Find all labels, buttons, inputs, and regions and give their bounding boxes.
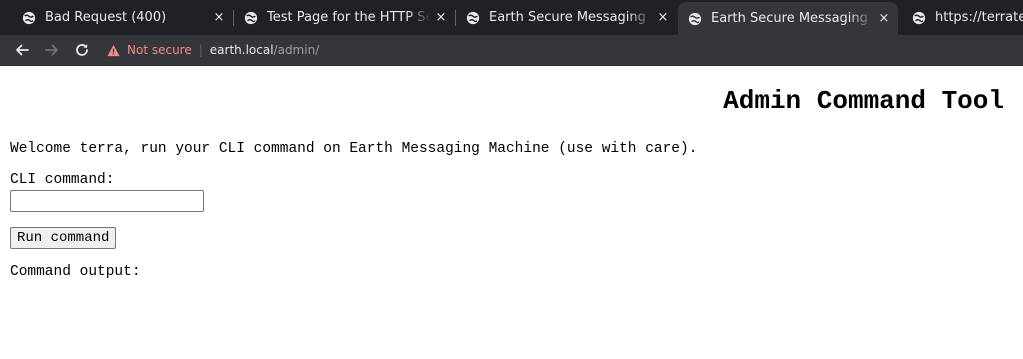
cli-command-input[interactable] (10, 190, 204, 212)
tab-bad-request[interactable]: Bad Request (400) × (0, 0, 233, 35)
tab-strip: Bad Request (400) × Test Page for the HT… (0, 0, 1023, 35)
tab-test-page[interactable]: Test Page for the HTTP Se × (222, 0, 455, 35)
arrow-right-icon (45, 44, 58, 56)
tab-title: Test Page for the HTTP Se (267, 10, 431, 25)
omnibox-divider: | (198, 43, 203, 57)
command-output-label: Command output: (10, 264, 141, 280)
tab-title: Bad Request (400) (45, 10, 167, 25)
tab-earth-messaging[interactable]: Earth Secure Messaging × (444, 0, 677, 35)
welcome-text: Welcome terra, run your CLI command on E… (10, 141, 698, 157)
globe-icon (244, 11, 258, 24)
reload-button[interactable] (69, 37, 95, 63)
globe-icon (466, 11, 480, 24)
browser-toolbar: Not secure | earth.local/admin/ (0, 35, 1023, 66)
url-host: earth.local (209, 43, 274, 57)
close-icon[interactable]: × (874, 11, 894, 26)
tab-earth-messaging-admin[interactable]: Earth Secure Messaging A × (678, 2, 898, 35)
globe-icon (688, 12, 702, 25)
tab-title: https://terrates (935, 10, 1023, 25)
run-command-button[interactable]: Run command (10, 227, 117, 249)
forward-button[interactable] (39, 37, 65, 63)
globe-icon (912, 11, 926, 24)
tab-terratest[interactable]: https://terrates (900, 0, 1023, 35)
security-status[interactable]: Not secure (127, 43, 192, 57)
cli-command-label: CLI command: (10, 172, 115, 188)
warning-icon (107, 44, 120, 56)
address-bar[interactable]: Not secure | earth.local/admin/ (107, 37, 319, 63)
reload-icon (76, 44, 88, 56)
url-path: /admin/ (273, 43, 320, 57)
tab-title: Earth Secure Messaging A (711, 11, 874, 26)
page-title: Admin Command Tool (723, 86, 1004, 116)
tab-title: Earth Secure Messaging (489, 10, 646, 25)
page-content: Admin Command Tool Welcome terra, run yo… (0, 67, 1023, 359)
arrow-left-icon (16, 44, 29, 56)
globe-icon (22, 11, 36, 24)
back-button[interactable] (9, 37, 35, 63)
close-icon[interactable]: × (653, 10, 673, 25)
